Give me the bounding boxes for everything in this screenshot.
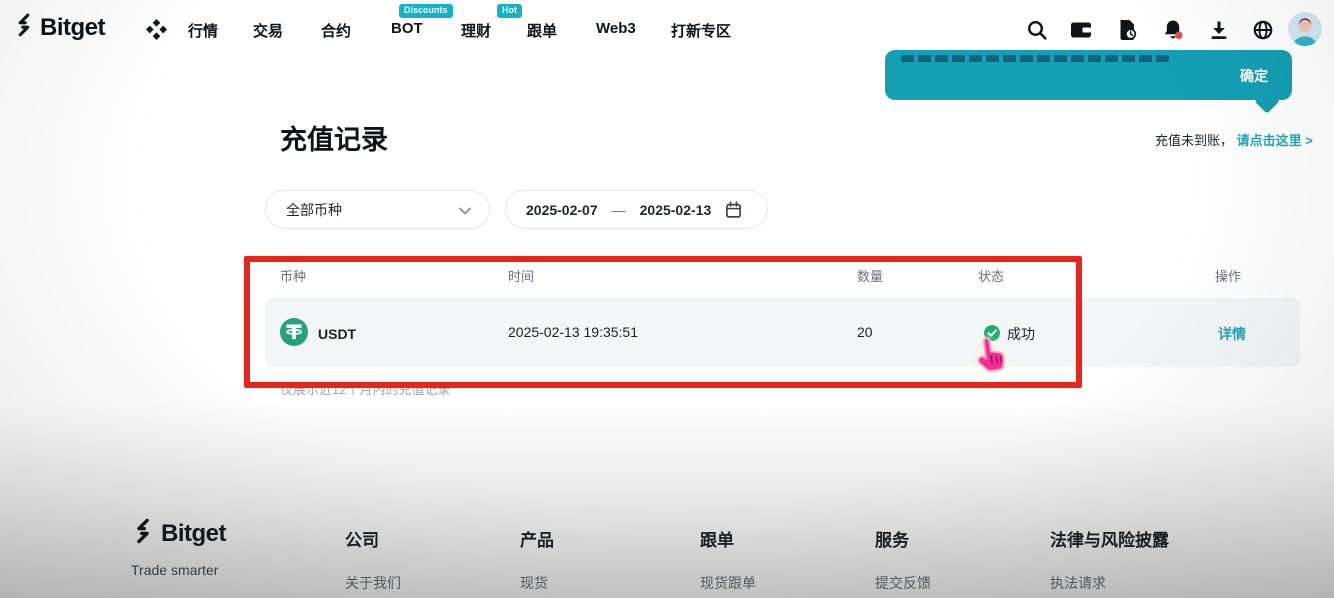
chevron-down-icon (459, 202, 471, 218)
deposit-not-arrived-help: 充值未到账， 请点击这里 > (1155, 130, 1313, 149)
bitget-logo-text: Bitget (40, 14, 105, 42)
nav-item-futures[interactable]: 合约 (321, 20, 351, 41)
footer-bitget-logo-icon (130, 518, 156, 549)
bot-discounts-badge: Discounts (399, 4, 453, 18)
col-header-amount: 数量 (857, 266, 883, 285)
footer-link-spot[interactable]: 现货 (520, 573, 548, 593)
footer-bitget-logo: Bitget (130, 518, 226, 549)
footer-heading-company: 公司 (345, 526, 379, 551)
language-globe-icon[interactable] (1252, 19, 1274, 41)
date-to-value: 2025-02-13 (640, 202, 712, 218)
nav-item-launchpad[interactable]: 打新专区 (671, 20, 731, 41)
search-icon[interactable] (1026, 19, 1048, 41)
bitget-deposit-records-page: Bitget 行情 交易 合约 BOT Discounts 理财 Hot 跟单 … (0, 0, 1334, 598)
footer-heading-products: 产品 (520, 526, 554, 551)
coin-cell: USDT (280, 318, 356, 349)
footer-link-feedback[interactable]: 提交反馈 (875, 573, 931, 593)
footer-link-about-us[interactable]: 关于我们 (345, 573, 401, 593)
footer-link-law-request[interactable]: 执法请求 (1050, 573, 1106, 593)
wallet-icon[interactable] (1070, 19, 1092, 41)
records-note: 仅展示近12个月内的充值记录 (280, 379, 450, 398)
amount-cell: 20 (857, 324, 873, 340)
footer-link-spot-copy[interactable]: 现货跟单 (700, 573, 756, 593)
not-arrived-text: 充值未到账， (1155, 133, 1233, 148)
footer-heading-legal: 法律与风险披露 (1050, 526, 1169, 551)
time-cell: 2025-02-13 19:35:51 (508, 324, 638, 340)
footer-heading-services: 服务 (875, 526, 909, 551)
footer-heading-copy: 跟单 (700, 526, 734, 551)
details-link[interactable]: 详情 (1218, 324, 1246, 344)
nav-item-bot[interactable]: BOT (391, 20, 423, 37)
date-range-separator: — (612, 202, 626, 218)
col-header-time: 时间 (508, 266, 534, 285)
nav-item-markets[interactable]: 行情 (188, 20, 218, 41)
status-text: 成功 (1007, 324, 1035, 344)
coin-name: USDT (318, 326, 356, 342)
date-from-value: 2025-02-07 (526, 202, 598, 218)
notifications-bell-icon[interactable] (1162, 19, 1184, 41)
bitget-logo[interactable]: Bitget (12, 13, 105, 42)
bitget-logo-icon (12, 13, 36, 42)
nav-item-copy-trading[interactable]: 跟单 (527, 20, 557, 41)
success-toast: 确定 (885, 50, 1292, 100)
status-cell: 成功 (984, 324, 1035, 344)
earn-hot-badge: Hot (497, 4, 522, 18)
date-range-picker[interactable]: 2025-02-07 — 2025-02-13 (505, 190, 768, 229)
toast-confirm-button[interactable]: 确定 (1240, 66, 1268, 86)
notification-dot (1175, 31, 1183, 39)
calendar-icon (725, 201, 742, 219)
apps-grid-icon[interactable] (146, 19, 167, 45)
footer-bitget-logo-text: Bitget (161, 520, 226, 548)
nav-item-earn[interactable]: 理财 (461, 20, 491, 41)
page-title: 充值记录 (280, 118, 388, 157)
success-check-icon (984, 325, 1000, 344)
col-header-action: 操作 (1215, 266, 1241, 285)
user-avatar[interactable] (1288, 12, 1322, 46)
footer-tagline: Trade smarter (131, 562, 218, 578)
coin-filter-dropdown[interactable]: 全部币种 (265, 190, 490, 229)
usdt-tether-icon (280, 318, 308, 349)
toast-clipped-text (901, 55, 1169, 62)
nav-item-web3[interactable]: Web3 (596, 20, 636, 37)
download-app-icon[interactable] (1208, 19, 1230, 41)
order-history-icon[interactable] (1116, 19, 1138, 41)
col-header-coin: 币种 (280, 266, 306, 285)
deposit-record-row (265, 298, 1300, 367)
nav-item-trade[interactable]: 交易 (253, 20, 283, 41)
not-arrived-link[interactable]: 请点击这里 > (1237, 133, 1313, 148)
coin-filter-value: 全部币种 (286, 200, 342, 220)
col-header-status: 状态 (978, 266, 1004, 285)
